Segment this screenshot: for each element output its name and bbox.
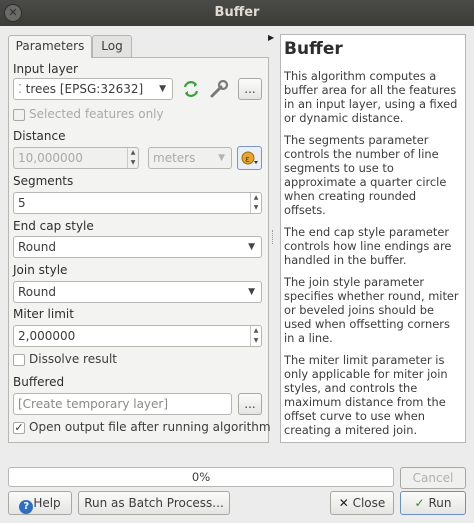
help-paragraph: The segments parameter controls the numb…	[284, 133, 447, 217]
buffered-label: Buffered	[13, 375, 65, 389]
tab-parameters-label: Parameters	[15, 39, 85, 53]
distance-unit-combo[interactable]: meters ▼	[148, 147, 232, 169]
close-button-label: Close	[352, 496, 386, 510]
input-layer-browse-button[interactable]: ...	[238, 78, 262, 100]
end-cap-combo[interactable]: Round ▼	[13, 236, 262, 258]
batch-process-button[interactable]: Run as Batch Process...	[78, 491, 230, 515]
open-output-label: Open output file after running algorithm	[29, 420, 271, 434]
dissolve-label: Dissolve result	[29, 352, 118, 366]
chevron-down-icon: ▼	[159, 84, 166, 94]
chevron-down-icon: ▼	[248, 242, 255, 252]
data-defined-override-icon[interactable]: ε	[237, 146, 262, 170]
checkmark-icon: ✓	[14, 421, 24, 434]
join-style-combo[interactable]: Round ▼	[13, 281, 262, 303]
dissolve-checkbox[interactable]	[13, 354, 25, 366]
point-layer-icon: ⁚	[18, 82, 22, 96]
tab-log[interactable]: Log	[92, 35, 132, 57]
distance-value: 10,000000	[18, 151, 83, 165]
segments-value: 5	[18, 196, 26, 210]
chevron-down-icon: ▼	[218, 153, 225, 163]
help-paragraph: The join style parameter specifies wheth…	[284, 275, 459, 345]
help-title: Buffer	[284, 39, 343, 59]
run-button-label: Run	[428, 496, 452, 510]
distance-unit-value: meters	[153, 151, 196, 165]
progress-bar: 0%	[8, 467, 394, 487]
help-button[interactable]: ? Help	[8, 491, 72, 515]
join-style-value: Round	[18, 285, 56, 299]
segments-label: Segments	[13, 174, 74, 188]
buffered-output-input[interactable]: [Create temporary layer]	[13, 393, 232, 415]
help-panel: Buffer This algorithm computes a buffer …	[280, 34, 466, 443]
join-style-label: Join style	[13, 263, 68, 277]
wrench-icon[interactable]	[208, 79, 230, 99]
help-paragraph: This algorithm computes a buffer area fo…	[284, 69, 458, 125]
close-button[interactable]: ✕ Close	[330, 491, 394, 515]
help-icon: ?	[19, 500, 34, 514]
window-title: Buffer	[214, 5, 260, 20]
buffered-browse-button[interactable]: ...	[238, 393, 262, 415]
input-layer-combo[interactable]: ⁚ trees [EPSG:32632] ▼	[13, 78, 173, 100]
segments-spin-icon[interactable]: ▲ ▼	[250, 193, 261, 213]
distance-input[interactable]: 10,000000 ▲ ▼	[13, 147, 139, 169]
tab-log-label: Log	[101, 39, 123, 53]
segments-input[interactable]: 5 ▲ ▼	[13, 192, 262, 214]
svg-text:ε: ε	[245, 155, 250, 165]
input-layer-value: trees [EPSG:32632]	[25, 82, 144, 96]
tab-parameters[interactable]: Parameters	[8, 35, 92, 58]
miter-limit-input[interactable]: 2,000000 ▲ ▼	[13, 325, 262, 347]
distance-label: Distance	[13, 129, 66, 143]
distance-spin-icon[interactable]: ▲ ▼	[127, 148, 138, 168]
end-cap-value: Round	[18, 240, 56, 254]
help-button-label: Help	[33, 496, 61, 510]
selected-features-label: Selected features only	[29, 107, 164, 121]
splitter-arrow-icon[interactable]: ▶	[268, 33, 274, 42]
window-close-icon[interactable]: ✕	[4, 4, 22, 22]
input-layer-label: Input layer	[13, 62, 78, 76]
cancel-button[interactable]: Cancel	[400, 467, 466, 489]
open-output-checkbox[interactable]: ✓	[13, 422, 25, 434]
end-cap-label: End cap style	[13, 219, 94, 233]
miter-limit-value: 2,000000	[18, 329, 76, 343]
miter-spin-icon[interactable]: ▲ ▼	[250, 326, 261, 346]
window-titlebar: ✕ Buffer	[0, 0, 474, 26]
progress-text: 0%	[191, 470, 211, 484]
close-x-icon: ✕	[338, 496, 349, 510]
help-paragraph: The miter limit parameter is only applic…	[284, 353, 448, 437]
run-button[interactable]: ✓ Run	[400, 491, 466, 515]
help-paragraph: The end cap style parameter controls how…	[284, 225, 452, 267]
miter-limit-label: Miter limit	[13, 307, 74, 321]
selected-features-checkbox[interactable]	[13, 109, 25, 121]
chevron-down-icon: ▼	[248, 287, 255, 297]
splitter-handle[interactable]	[272, 230, 275, 244]
iterate-icon[interactable]	[181, 80, 201, 98]
check-icon: ✓	[414, 496, 425, 510]
